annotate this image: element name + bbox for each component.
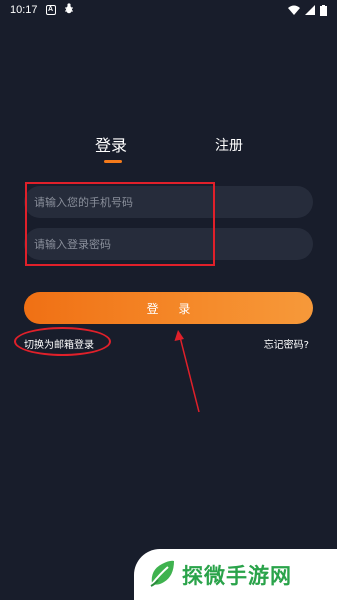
status-right <box>288 4 327 16</box>
watermark-text: 探微手游网 <box>182 563 292 588</box>
status-time: 10:17 <box>10 4 38 16</box>
switch-to-email-login-link[interactable]: 切换为邮箱登录 <box>24 336 94 351</box>
auth-tabs: 登录 注册 <box>0 132 337 168</box>
tab-login[interactable]: 登录 <box>95 132 127 156</box>
bug-icon <box>64 3 74 17</box>
login-button[interactable]: 登 录 <box>24 292 313 324</box>
status-bar: 10:17 A <box>0 0 337 20</box>
forgot-password-link[interactable]: 忘记密码? <box>264 336 309 351</box>
watermark: 探微手游网 <box>134 549 337 600</box>
tab-register[interactable]: 注册 <box>215 135 243 155</box>
password-input[interactable] <box>24 228 313 260</box>
status-left: 10:17 A <box>10 3 74 17</box>
a-notification-icon: A <box>45 5 56 15</box>
active-tab-indicator <box>104 160 122 163</box>
leaf-logo-icon <box>148 558 176 592</box>
signal-icon <box>305 5 315 15</box>
wifi-icon <box>288 5 300 15</box>
phone-number-input[interactable] <box>24 186 313 218</box>
login-button-label: 登 录 <box>146 301 199 316</box>
battery-icon <box>320 4 327 16</box>
